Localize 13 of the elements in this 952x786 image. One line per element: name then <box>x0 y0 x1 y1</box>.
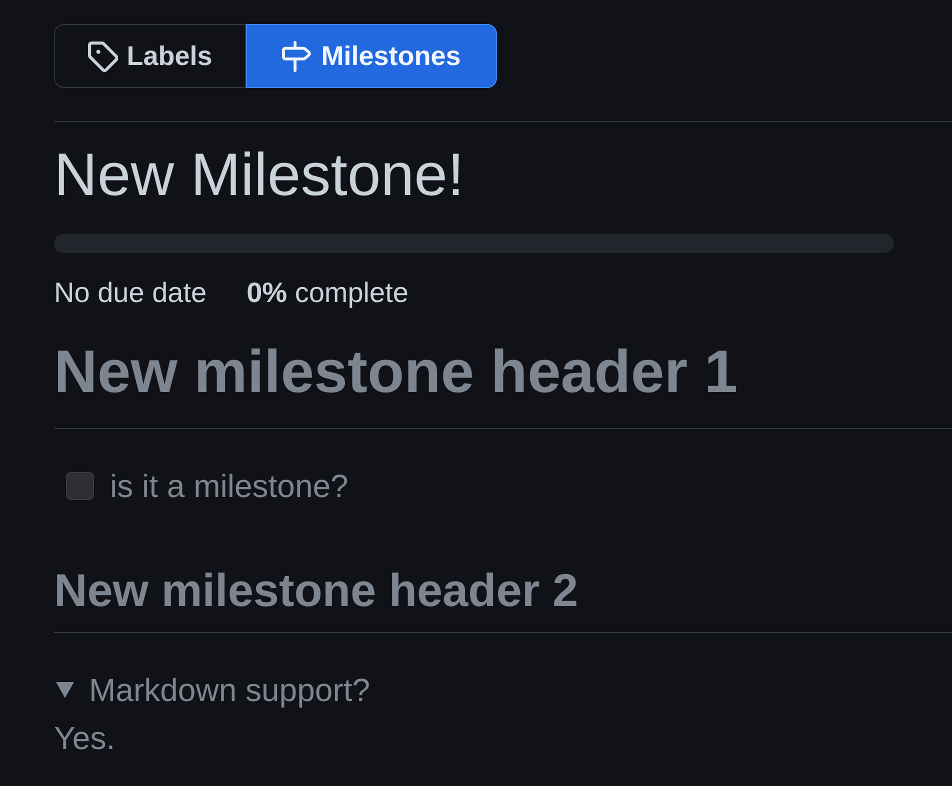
tag-icon <box>88 40 118 72</box>
checkbox[interactable] <box>66 472 94 500</box>
signpost-icon <box>282 40 312 72</box>
details-summary[interactable]: Markdown support? <box>54 670 370 710</box>
due-date-text: No due date <box>54 276 207 310</box>
details-text: Yes. <box>54 719 116 758</box>
tab[interactable]: Labels <box>54 24 246 88</box>
tab[interactable]: Milestones <box>246 24 497 88</box>
heading: New milestone header 1 <box>54 337 738 407</box>
milestone-title: New Milestone! <box>54 140 464 210</box>
heading: New milestone header 2 <box>54 563 578 618</box>
completion-text: 0% complete <box>246 276 408 310</box>
task-label: is it a milestone? <box>110 467 348 506</box>
